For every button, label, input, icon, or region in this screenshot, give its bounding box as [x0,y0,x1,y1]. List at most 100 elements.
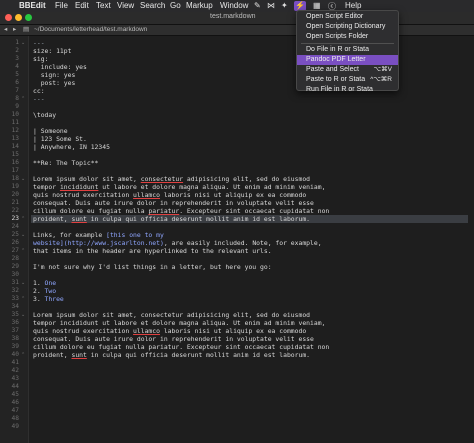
line-number: 26 [11,239,19,246]
fold-toggle-icon[interactable]: ⌃ [21,351,25,359]
menu-item-paste-to-r-or-stata[interactable]: Paste to R or Stata ^⌥⌘R [297,75,398,85]
script-icon[interactable]: ✎ [254,1,261,10]
menu-item-label: Pandoc PDF Letter [306,56,366,63]
line-number: 30 [11,271,19,278]
editor-line: cillum dolore eu fugiat nulla pariatur. … [33,343,330,351]
menu-separator [301,43,394,44]
editor-line: sig: [33,55,49,63]
fold-toggle-icon[interactable]: ⌃ [21,295,25,303]
menu-text[interactable]: Text [96,1,111,10]
menu-bar: BBEdit File Edit Text View Search Go Mar… [0,0,474,12]
menu-file[interactable]: File [55,1,68,10]
close-button[interactable] [5,14,12,21]
menu-item-shortcut: ^⌥⌘R [370,76,392,83]
line-number: 7 [15,87,19,94]
line-number: 43 [11,375,19,382]
editor-line: --- [33,39,45,47]
line-number: 25 [11,231,19,238]
line-number: 22 [11,207,19,214]
fold-toggle-icon[interactable]: ⌄ [21,279,25,287]
menu-item-label: Open Scripts Folder [306,33,369,40]
sparkle-icon[interactable]: ✦ [281,1,288,10]
editor-window: test.markdown ◂ ▸ ▤ ~/Documents/letterhe… [0,12,474,443]
window-title: test.markdown [210,13,256,20]
editor-line: consequat. Duis aute irure dolor in repr… [33,335,314,343]
menu-edit[interactable]: Edit [75,1,89,10]
menu-search[interactable]: Search [140,1,165,10]
line-number: 5 [15,71,19,78]
line-number: 11 [11,119,19,126]
path-bar: ◂ ▸ ▤ ~/Documents/letterhead/test.markdo… [0,25,474,36]
line-number: 23 [11,215,19,222]
editor-line: 1. One [33,279,57,287]
menu-app-name[interactable]: BBEdit [19,1,46,10]
line-number: 32 [11,287,19,294]
zoom-button[interactable] [25,14,32,21]
line-number: 31 [11,279,19,286]
line-number: 34 [11,303,19,310]
menu-item-open-script-editor[interactable]: Open Script Editor [297,12,398,22]
line-number: 45 [11,391,19,398]
editor-line: quis nostrud exercitation ullamco labori… [33,327,307,335]
fold-toggle-icon[interactable]: ⌃ [21,95,25,103]
editor-line: tempor incididunt ut labore et dolore ma… [33,183,326,191]
line-number: 36 [11,319,19,326]
menu-item-do-file-in-r-or-stata[interactable]: Do File in R or Stata [297,45,398,55]
fold-toggle-icon[interactable]: ⌄ [21,175,25,183]
minimize-button[interactable] [15,14,22,21]
editor-line: sign: yes [33,71,76,79]
menu-help[interactable]: Help [345,1,361,10]
line-number: 40 [11,351,19,358]
line-number: 37 [11,327,19,334]
line-number: 28 [11,255,19,262]
line-number: 1 [15,39,19,46]
fold-toggle-icon[interactable]: ⌃ [21,247,25,255]
menu-item-open-scripts-folder[interactable]: Open Scripts Folder [297,32,398,42]
document-icon[interactable]: ▤ [23,25,29,33]
menu-item-pandoc-pdf-letter[interactable]: Pandoc PDF Letter [297,55,398,65]
title-bar: test.markdown [0,12,474,25]
grid-icon[interactable]: ▦ [313,1,321,10]
editor-line: cillum dolore eu fugiat nulla pariatur. … [33,207,330,215]
line-number: 44 [11,383,19,390]
menu-item-paste-and-select[interactable]: Paste and Select ⌥⌘V [297,65,398,75]
menu-window[interactable]: Window [220,1,248,10]
line-number: 17 [11,167,19,174]
editor-line: 3. Three [33,295,64,303]
line-number: 10 [11,111,19,118]
bowtie-icon[interactable]: ⋈ [267,1,275,10]
menu-view[interactable]: View [117,1,134,10]
line-number: 48 [11,415,19,422]
fold-toggle-icon[interactable]: ⌄ [21,231,25,239]
line-number: 29 [11,263,19,270]
editor-line: tempor incididunt ut labore et dolore ma… [33,319,326,327]
editor-line: Lorem ipsum dolor sit amet, consectetur … [33,175,311,183]
line-number: 35 [11,311,19,318]
menu-go[interactable]: Go [170,1,181,10]
line-number: 49 [11,423,19,430]
editor-line: **Re: The Topic** [33,159,99,167]
line-number: 4 [15,63,19,70]
text-editor[interactable]: --- size: 11pt sig: include: yes sign: yes… [31,36,474,443]
fold-toggle-icon[interactable]: ⌄ [21,311,25,319]
editor-line: Links, for example [this one to my [33,231,164,239]
forward-arrow-icon[interactable]: ▸ [13,25,16,33]
line-number: 18 [11,175,19,182]
file-path[interactable]: ~/Documents/letterhead/test.markdown [34,26,147,33]
menu-item-label: Open Script Editor [306,13,364,20]
editor-line: --- [33,95,45,103]
fold-toggle-icon[interactable]: ⌄ [21,39,25,47]
line-number: 15 [11,151,19,158]
menu-markup[interactable]: Markup [186,1,213,10]
line-number: 9 [15,103,19,110]
line-number: 46 [11,399,19,406]
menu-item-open-scripting-dictionary[interactable]: Open Scripting Dictionary [297,22,398,32]
line-number: 2 [15,47,19,54]
menu-item-label: Do File in R or Stata [306,46,370,53]
editor-line: I'm not sure why I'd list things in a le… [33,263,272,271]
menu-item-run-file-in-r-or-stata[interactable]: Run File in R or Stata [297,85,398,95]
back-arrow-icon[interactable]: ◂ [4,25,7,33]
line-number: 12 [11,127,19,134]
menu-item-label: Run File in R or Stata [306,86,373,93]
fold-toggle-icon[interactable]: ⌃ [21,215,25,223]
